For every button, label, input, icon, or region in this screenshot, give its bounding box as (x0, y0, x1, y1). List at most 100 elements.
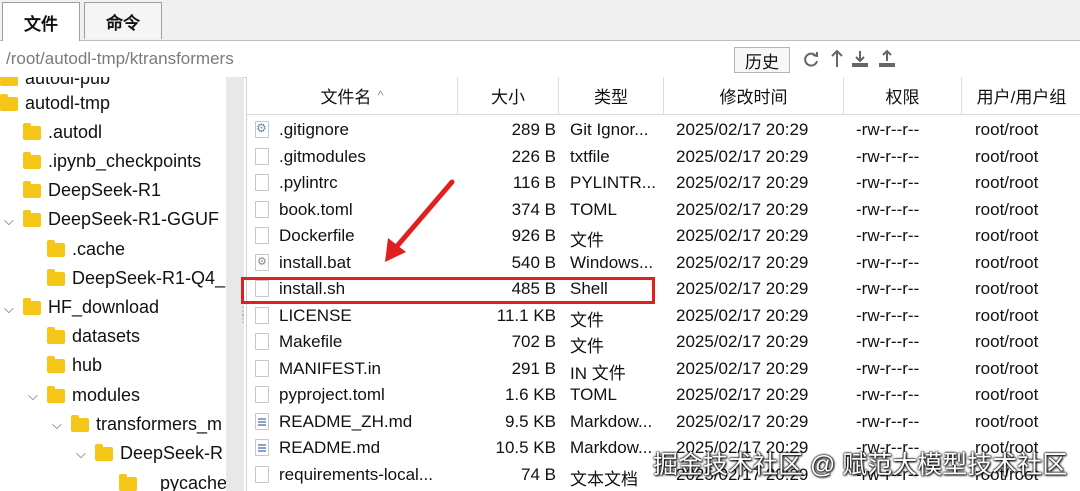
cell-size: 540 B (511, 252, 556, 272)
chevron-down-icon[interactable]: ⌵ (4, 213, 14, 229)
cell-modified: 2025/02/17 20:29 (676, 358, 809, 378)
cell-owner: root/root (975, 173, 1039, 192)
folder-icon (47, 326, 65, 344)
chevron-down-icon[interactable]: ⌵ (76, 446, 86, 462)
tree-item-deepseek-r[interactable]: DeepSeek-R (95, 439, 223, 468)
cell-perm: -rw-r--r-- (856, 411, 920, 431)
cell-perm: -rw-r--r-- (856, 358, 920, 378)
tree-item-datasets[interactable]: datasets (47, 322, 140, 351)
folder-icon (0, 77, 18, 86)
cell-name: book.toml (279, 199, 353, 219)
column-header-type[interactable]: 类型 (559, 77, 664, 114)
download-icon[interactable] (850, 48, 870, 70)
cell-name: .pylintrc (279, 173, 338, 192)
cell-name: .gitignore (279, 120, 349, 139)
tree-item-deepseek-r1[interactable]: DeepSeek-R1 (23, 176, 161, 205)
cell-modified: 2025/02/17 20:29 (676, 252, 809, 272)
cell-perm: -rw-r--r-- (856, 120, 920, 139)
cell-modified: 2025/02/17 20:29 (676, 279, 809, 298)
refresh-icon[interactable] (801, 48, 821, 70)
column-header-modified[interactable]: 修改时间 (664, 77, 844, 114)
cell-name: .gitmodules (279, 146, 366, 166)
cell-modified: 2025/02/17 20:29 (676, 199, 809, 219)
up-arrow-icon[interactable] (827, 48, 847, 70)
table-row[interactable]: Dockerfile 926 B 文件 2025/02/17 20:29 -rw-r--… (247, 223, 1080, 250)
table-row[interactable]: .gitmodules 226 B txtfile 2025/02/17 20:29 -… (247, 144, 1080, 171)
cell-type: IN 文件 (570, 363, 626, 383)
file-icon (255, 174, 269, 191)
column-header-name[interactable]: 文件名 ^ (247, 77, 458, 114)
cell-size: 9.5 KB (504, 411, 556, 431)
tree-item-deepseek-r1-q4[interactable]: DeepSeek-R1-Q4_ (47, 264, 225, 293)
column-header-permissions[interactable]: 权限 (844, 77, 962, 114)
tree-item-transformers-m[interactable]: transformers_m (71, 410, 222, 439)
tree-item-hf-download[interactable]: HF_download (23, 293, 159, 322)
tree-item-cache[interactable]: .cache (47, 235, 125, 264)
file-icon (255, 227, 269, 244)
tree-item-modules[interactable]: modules (47, 381, 140, 410)
tree-item-ipynb-checkpoints[interactable]: .ipynb_checkpoints (23, 147, 201, 176)
table-row[interactable]: .gitignore 289 B Git Ignor... 2025/02/17 20… (247, 117, 1080, 144)
cell-type: txtfile (570, 146, 610, 166)
cell-perm: -rw-r--r-- (856, 173, 920, 192)
table-row[interactable]: Makefile 702 B 文件 2025/02/17 20:29 -rw-r--r-… (247, 329, 1080, 356)
tree-item-autodl-tmp[interactable]: autodl-tmp (0, 89, 110, 118)
cell-perm: -rw-r--r-- (856, 332, 920, 351)
folder-icon (23, 122, 41, 140)
cell-perm: -rw-r--r-- (856, 226, 920, 245)
table-row[interactable]: MANIFEST.in 291 B IN 文件 2025/02/17 20:29 -rw… (247, 356, 1080, 383)
cell-modified: 2025/02/17 20:29 (676, 332, 809, 351)
cell-name: requirements-local... (279, 464, 434, 484)
tree-item-deepseek-r1-gguf[interactable]: DeepSeek-R1-GGUF (23, 205, 219, 234)
cell-type: 文件 (570, 337, 604, 356)
file-icon (255, 333, 269, 350)
cell-size: 11.1 KB (496, 305, 556, 325)
tree-item-hub[interactable]: hub (47, 351, 102, 380)
cell-perm: -rw-r--r-- (856, 279, 920, 298)
path-input[interactable]: /root/autodl-tmp/ktransformers (6, 49, 234, 69)
history-button[interactable]: 历史 (734, 47, 790, 73)
file-icon (255, 147, 269, 165)
table-row[interactable]: install.bat 540 B Windows... 2025/02/17 20:… (247, 250, 1080, 277)
file-icon (255, 200, 269, 218)
cell-name: README_ZH.md (279, 411, 413, 431)
table-row[interactable]: LICENSE 11.1 KB 文件 2025/02/17 20:29 -rw-r--r… (247, 303, 1080, 330)
tree-item-autodl[interactable]: .autodl (23, 118, 102, 147)
cell-modified: 2025/02/17 20:29 (676, 411, 809, 431)
cell-name: Makefile (279, 332, 343, 351)
cell-perm: -rw-r--r-- (856, 146, 920, 166)
cell-owner: root/root (975, 279, 1039, 298)
watermark: 掘金技术社区 @ 赋范大模型技术社区 (653, 451, 1068, 479)
file-list-header: 文件名 ^ 大小 类型 修改时间 权限 用户/用户组 (247, 77, 1080, 115)
cell-type: Git Ignor... (570, 120, 649, 139)
tree-item-pycache[interactable]: pycache (119, 469, 226, 491)
tab-commands[interactable]: 命令 (84, 2, 162, 39)
cell-owner: root/root (975, 252, 1039, 272)
table-row[interactable]: pyproject.toml 1.6 KB TOML 2025/02/17 20:29… (247, 382, 1080, 409)
cell-perm: -rw-r--r-- (856, 252, 920, 272)
cell-type: PYLINTR... (570, 173, 656, 192)
cell-type: TOML (570, 199, 617, 219)
tab-bar: 文件 命令 (0, 0, 1080, 41)
directory-tree: autodl-pub autodl-tmp .autodl .ipynb_che… (0, 77, 226, 491)
cell-owner: root/root (975, 358, 1039, 378)
upload-icon[interactable] (877, 48, 897, 70)
folder-icon (47, 268, 65, 286)
pane-splitter-grip[interactable]: ⋮⋮ (238, 307, 248, 332)
tab-files[interactable]: 文件 (2, 2, 80, 41)
table-row[interactable]: README_ZH.md 9.5 KB Markdow... 2025/02/17 2… (247, 409, 1080, 436)
folder-icon (47, 239, 65, 257)
cell-name: README.md (279, 438, 381, 457)
cell-owner: root/root (975, 226, 1039, 245)
table-row[interactable]: book.toml 374 B TOML 2025/02/17 20:29 -rw-r-… (247, 197, 1080, 224)
cell-perm: -rw-r--r-- (856, 385, 920, 404)
chevron-down-icon[interactable]: ⌵ (4, 301, 14, 317)
cell-name: pyproject.toml (279, 385, 385, 404)
cell-owner: root/root (975, 305, 1039, 325)
chevron-down-icon[interactable]: ⌵ (52, 417, 62, 433)
cell-modified: 2025/02/17 20:29 (676, 173, 809, 192)
chevron-down-icon[interactable]: ⌵ (28, 388, 38, 404)
column-header-owner[interactable]: 用户/用户组 (962, 77, 1080, 114)
table-row[interactable]: .pylintrc 116 B PYLINTR... 2025/02/17 20:29… (247, 170, 1080, 197)
column-header-size[interactable]: 大小 (458, 77, 559, 114)
